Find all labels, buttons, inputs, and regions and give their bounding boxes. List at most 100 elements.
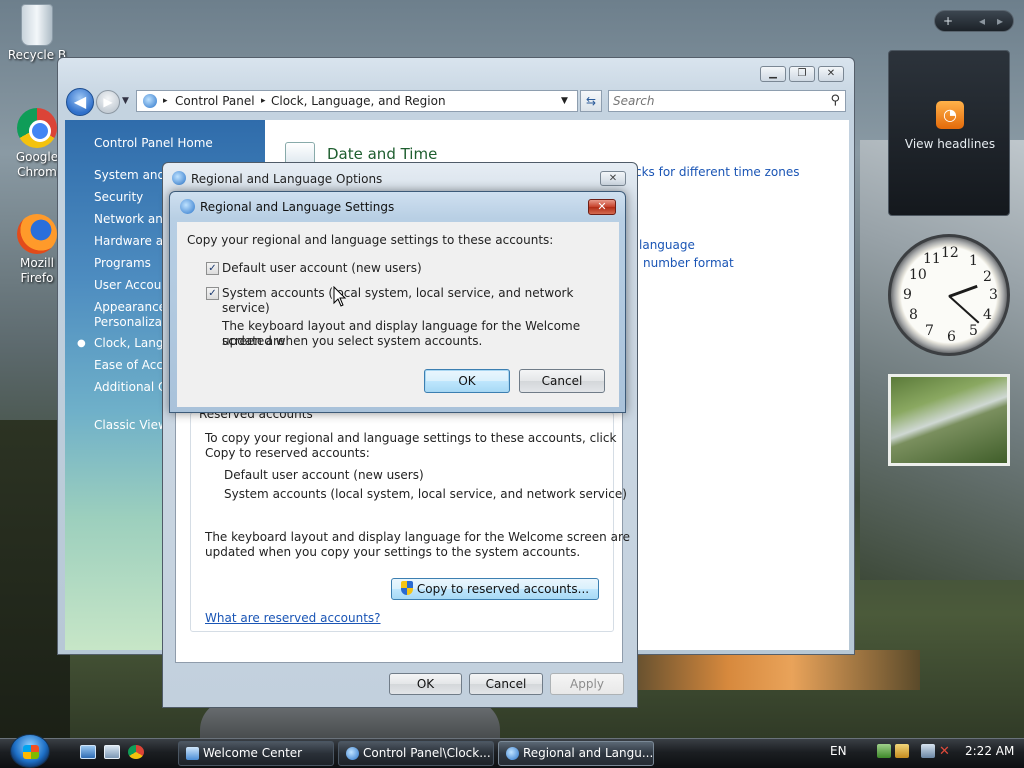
- default-user-checkbox-label[interactable]: Default user account (new users): [222, 261, 422, 276]
- clock-number: 5: [969, 323, 978, 339]
- chrome-icon: [17, 108, 57, 148]
- nav-hardware[interactable]: Hardware an: [94, 234, 171, 248]
- nav-user-accounts[interactable]: User Accoun: [94, 278, 169, 292]
- rss-icon: ◔: [936, 101, 964, 129]
- copy-instructions-line1: To copy your regional and language setti…: [205, 431, 617, 445]
- security-tray-icon[interactable]: [895, 744, 909, 758]
- minimize-button[interactable]: ▁: [760, 66, 786, 82]
- task-change-language[interactable]: language: [639, 238, 695, 252]
- start-button[interactable]: [10, 734, 50, 768]
- taskbar-button-welcome-center[interactable]: Welcome Center: [178, 741, 334, 766]
- welcome-note-line1: The keyboard layout and display language…: [205, 530, 630, 544]
- uac-shield-icon: [400, 581, 413, 595]
- clock-number: 3: [989, 287, 998, 303]
- dialog-title: Regional and Language Settings: [200, 200, 395, 214]
- close-button[interactable]: ✕: [600, 171, 626, 186]
- task-change-number-format[interactable]: number format: [643, 256, 734, 270]
- close-button[interactable]: ✕: [588, 199, 616, 215]
- system-clock[interactable]: 2:22 AM: [965, 744, 1014, 758]
- welcome-screen-note-line2: updated when you select system accounts.: [222, 334, 483, 348]
- show-desktop-icon[interactable]: [80, 745, 96, 759]
- copy-to-reserved-accounts-button[interactable]: Copy to reserved accounts...: [391, 578, 599, 600]
- back-button[interactable]: ◀: [66, 88, 94, 116]
- maximize-button[interactable]: ❐: [789, 66, 815, 82]
- clock-number: 2: [983, 269, 992, 285]
- dialog-body: Copy your regional and language settings…: [177, 222, 619, 407]
- network-tray-icon[interactable]: [877, 744, 891, 758]
- nav-additional-options[interactable]: Additional O: [94, 380, 168, 394]
- feed-headlines-gadget[interactable]: ◔ View headlines: [888, 50, 1010, 216]
- globe-icon: [172, 171, 186, 185]
- clock-number: 9: [903, 287, 912, 303]
- reserved-account-system: System accounts (local system, local ser…: [224, 487, 627, 501]
- breadcrumb-control-panel[interactable]: Control Panel: [175, 94, 255, 108]
- clock-number: 6: [947, 329, 956, 345]
- desktop-icon-recycle-bin[interactable]: Recycle B: [4, 4, 70, 63]
- cancel-button[interactable]: Cancel: [519, 369, 605, 393]
- clock-gadget[interactable]: 12 1 2 3 4 5 6 7 8 9 10 11: [888, 234, 1010, 356]
- system-accounts-checkbox-label[interactable]: System accounts (local system, local ser…: [222, 286, 619, 316]
- ok-button[interactable]: OK: [424, 369, 510, 393]
- cancel-button[interactable]: Cancel: [469, 673, 543, 695]
- nav-classic-view[interactable]: Classic View: [94, 418, 168, 432]
- taskbar-button-control-panel[interactable]: Control Panel\Clock...: [338, 741, 494, 766]
- chevron-left-icon[interactable]: ◂: [979, 14, 985, 28]
- reserved-account-default: Default user account (new users): [224, 468, 424, 482]
- nav-programs[interactable]: Programs: [94, 256, 151, 270]
- default-user-checkbox[interactable]: ✓: [206, 262, 219, 275]
- breadcrumb-separator-icon: ▸: [163, 96, 168, 106]
- sidebar-controls[interactable]: + ◂ ▸: [934, 10, 1014, 32]
- chevron-right-icon[interactable]: ▸: [997, 14, 1003, 28]
- date-and-time-heading[interactable]: Date and Time: [327, 145, 437, 163]
- regional-language-settings-dialog[interactable]: Regional and Language Settings ✕ Copy yo…: [169, 191, 626, 413]
- add-gadget-icon[interactable]: +: [943, 14, 953, 28]
- refresh-button[interactable]: ⇆: [580, 90, 602, 112]
- nav-clock-language-region[interactable]: Clock, Langu: [94, 336, 171, 350]
- current-section-bullet-icon: ●: [77, 338, 86, 349]
- breadcrumb-separator-icon: ▸: [261, 96, 266, 106]
- globe-icon: [180, 199, 195, 214]
- apply-button[interactable]: Apply: [550, 673, 624, 695]
- breadcrumb-clock-language-region[interactable]: Clock, Language, and Region: [271, 94, 446, 108]
- clock-minute-hand: [948, 295, 980, 324]
- forward-button[interactable]: ▶: [96, 90, 120, 114]
- control-panel-icon: [346, 747, 359, 760]
- mouse-cursor-icon: [333, 285, 347, 311]
- search-icon[interactable]: ⚲: [830, 93, 840, 108]
- nav-personalization[interactable]: Personalizati: [94, 315, 170, 329]
- search-box[interactable]: ⚲: [608, 90, 846, 112]
- task-clocks-time-zones[interactable]: cks for different time zones: [635, 165, 800, 179]
- switch-windows-icon[interactable]: [104, 745, 120, 759]
- clock-number: 11: [923, 251, 941, 267]
- recent-pages-dropdown-icon[interactable]: ▼: [122, 96, 129, 106]
- clock-number: 8: [909, 307, 918, 323]
- what-are-reserved-accounts-link[interactable]: What are reserved accounts?: [205, 611, 381, 625]
- system-accounts-checkbox[interactable]: ✓: [206, 287, 219, 300]
- copy-to-reserved-accounts-label: Copy to reserved accounts...: [416, 582, 590, 596]
- desktop-icon-label: Mozill Firefo: [20, 256, 54, 285]
- address-bar[interactable]: ▸ Control Panel ▸ Clock, Language, and R…: [136, 90, 578, 112]
- nav-security[interactable]: Security: [94, 190, 143, 204]
- clock-number: 12: [941, 245, 959, 261]
- copy-settings-intro: Copy your regional and language settings…: [187, 233, 554, 247]
- nav-control-panel-home[interactable]: Control Panel Home: [94, 136, 213, 150]
- firefox-icon: [17, 214, 57, 254]
- ok-button[interactable]: OK: [389, 673, 462, 695]
- nav-network[interactable]: Network and: [94, 212, 171, 226]
- search-input[interactable]: [613, 92, 813, 110]
- taskbar-button-regional-language[interactable]: Regional and Langu...: [498, 741, 654, 766]
- welcome-note-line2: updated when you copy your settings to t…: [205, 545, 581, 559]
- slideshow-gadget[interactable]: [888, 374, 1010, 466]
- language-indicator[interactable]: EN: [830, 744, 847, 758]
- chrome-quicklaunch-icon[interactable]: [128, 745, 144, 759]
- clock-number: 7: [925, 323, 934, 339]
- clock-number: 4: [983, 307, 992, 323]
- view-headlines-label[interactable]: View headlines: [889, 137, 1011, 151]
- globe-icon: [506, 747, 519, 760]
- close-button[interactable]: ✕: [818, 66, 844, 82]
- address-dropdown-icon[interactable]: ▼: [561, 96, 568, 106]
- taskbar-button-label: Regional and Langu...: [523, 746, 654, 760]
- volume-muted-icon[interactable]: ✕: [939, 744, 950, 759]
- welcome-center-icon: [186, 747, 199, 760]
- connection-tray-icon[interactable]: [921, 744, 935, 758]
